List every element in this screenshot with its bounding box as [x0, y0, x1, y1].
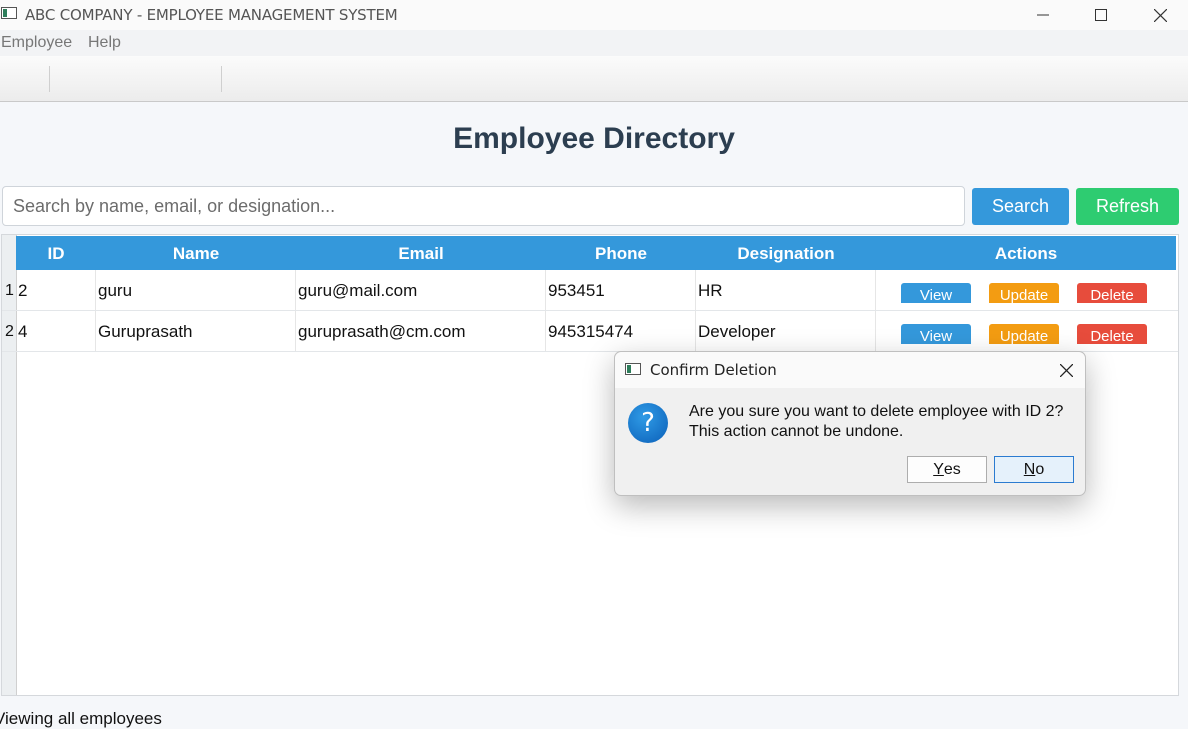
search-input[interactable] [2, 186, 965, 226]
view-button[interactable]: View [901, 324, 971, 344]
search-button[interactable]: Search [972, 188, 1069, 225]
dialog-message: Are you sure you want to delete employee… [689, 402, 1063, 442]
cell-phone: 945315474 [548, 322, 634, 341]
no-mnemonic: N [1023, 460, 1036, 478]
row-number: 1 [5, 282, 14, 299]
maximize-icon [1095, 9, 1107, 21]
column-header-id[interactable]: ID [16, 244, 96, 264]
confirm-deletion-dialog: Confirm Deletion ? Are you sure you want… [614, 351, 1086, 496]
toolbar-separator [49, 66, 50, 92]
toolbar [0, 56, 1188, 102]
cell-email: guru@mail.com [298, 281, 418, 300]
cell-phone: 953451 [548, 281, 605, 300]
dialog-message-line: Are you sure you want to delete employee… [689, 403, 1064, 420]
table-header: ID Name Email Phone Designation Actions [16, 236, 1176, 270]
delete-button[interactable]: Delete [1077, 324, 1147, 344]
title-bar: ABC COMPANY - EMPLOYEE MANAGEMENT SYSTEM [0, 0, 1188, 30]
minimize-button[interactable] [1020, 0, 1066, 30]
dialog-title-bar: Confirm Deletion [615, 352, 1085, 388]
status-text: Viewing all employees [0, 709, 162, 728]
page-title: Employee Directory [453, 122, 735, 155]
question-icon: ? [628, 403, 668, 443]
app-icon [1, 7, 17, 19]
cell-designation: Developer [698, 322, 776, 341]
menu-bar: Employee Help [0, 30, 1188, 56]
menu-employee[interactable]: Employee [1, 34, 72, 52]
cell-name: Guruprasath [98, 322, 193, 341]
close-button[interactable] [1137, 0, 1183, 30]
maximize-button[interactable] [1078, 0, 1124, 30]
cell-id: 4 [18, 322, 28, 341]
update-button[interactable]: Update [989, 283, 1059, 303]
app-icon [625, 363, 641, 375]
table-row[interactable]: 1 2 guru guru@mail.com 953451 HR View Up… [2, 270, 1178, 311]
view-button[interactable]: View [901, 283, 971, 303]
row-number: 2 [5, 323, 14, 340]
minimize-icon [1037, 14, 1049, 16]
toolbar-separator [221, 66, 222, 92]
dialog-title: Confirm Deletion [650, 361, 777, 379]
cell-email: guruprasath@cm.com [298, 322, 466, 341]
cell-name: guru [98, 281, 133, 300]
yes-label: es [943, 460, 961, 478]
window-title: ABC COMPANY - EMPLOYEE MANAGEMENT SYSTEM [25, 6, 398, 24]
cell-designation: HR [698, 281, 723, 300]
menu-help[interactable]: Help [88, 34, 121, 52]
dialog-close-button[interactable] [1051, 357, 1081, 383]
cell-id: 2 [18, 281, 28, 300]
column-header-phone[interactable]: Phone [546, 244, 696, 264]
close-icon [1153, 8, 1167, 22]
refresh-button[interactable]: Refresh [1076, 188, 1179, 225]
no-label: o [1035, 460, 1045, 478]
column-header-name[interactable]: Name [96, 244, 296, 264]
delete-button[interactable]: Delete [1077, 283, 1147, 303]
no-button[interactable]: No [994, 456, 1074, 483]
yes-button[interactable]: Yes [907, 456, 987, 483]
close-icon [1059, 363, 1073, 377]
yes-mnemonic: Y [933, 460, 944, 478]
column-header-actions: Actions [994, 244, 1058, 263]
dialog-message-line: This action cannot be undone. [689, 423, 904, 440]
column-header-email[interactable]: Email [296, 244, 546, 264]
table-row[interactable]: 2 4 Guruprasath guruprasath@cm.com 94531… [2, 311, 1178, 352]
update-button[interactable]: Update [989, 324, 1059, 344]
column-header-designation[interactable]: Designation [696, 244, 876, 264]
